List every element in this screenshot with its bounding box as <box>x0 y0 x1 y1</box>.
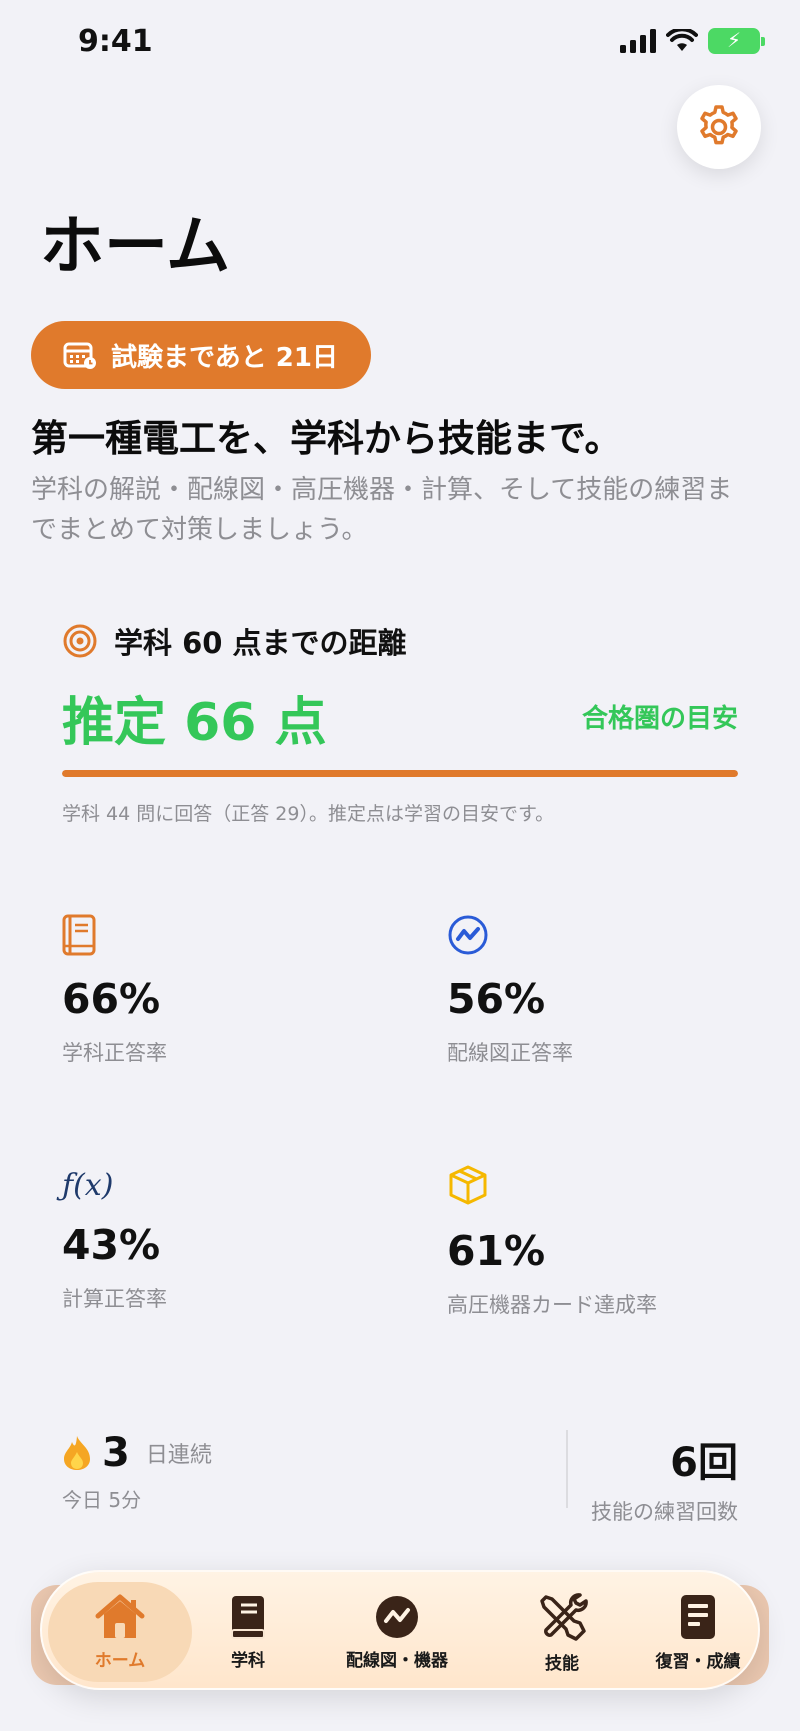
today-minutes: 今日 5分 <box>62 1488 142 1512</box>
score-progress-bar <box>62 770 738 777</box>
streak-row: 3 日連続 今日 5分 6回 技能の練習回数 <box>62 1430 738 1524</box>
streak-days: 3 <box>102 1430 130 1476</box>
target-icon <box>63 624 97 658</box>
stat-label: 配線図正答率 <box>447 1041 573 1065</box>
function-icon: ƒ(x) <box>62 1167 114 1203</box>
target-title: 学科 60 点までの距離 <box>114 626 407 660</box>
practice-count: 6回 <box>670 1440 738 1486</box>
tab-label: 復習・成績 <box>655 1651 741 1672</box>
practice-summary[interactable]: 6回 技能の練習回数 <box>591 1430 738 1526</box>
tab-wiring-equipment[interactable]: 配線図・機器 <box>312 1572 482 1692</box>
stat-label: 学科正答率 <box>62 1041 167 1065</box>
calendar-clock-icon <box>63 342 96 369</box>
practice-label: 技能の練習回数 <box>591 1500 738 1524</box>
tab-label: 配線図・機器 <box>346 1650 448 1671</box>
signal-icon <box>620 29 656 53</box>
settings-button[interactable] <box>677 85 761 169</box>
home-icon <box>95 1594 145 1638</box>
status-icons: ⚡ <box>620 28 765 54</box>
countdown-text: 試験まであと 21日 <box>111 342 338 373</box>
streak-summary[interactable]: 3 日連続 今日 5分 <box>62 1430 212 1513</box>
status-bar: 9:41 ⚡ <box>0 0 800 90</box>
wiring-icon <box>448 915 488 955</box>
gear-icon <box>700 105 738 145</box>
target-header: 学科 60 点までの距離 <box>62 620 738 662</box>
tab-skills[interactable]: 技能 <box>500 1572 624 1692</box>
page-title: ホーム <box>40 210 231 284</box>
headline: 第一種電工を、学科から技能まで。 <box>31 417 622 460</box>
target-footnote: 学科 44 問に回答（正答 29）。推定点は学習の目安です。 <box>62 803 555 825</box>
score-progress-fill <box>62 770 738 777</box>
notes-icon <box>681 1594 715 1639</box>
battery-icon: ⚡ <box>708 28 765 54</box>
book-icon <box>231 1595 265 1639</box>
stat-label: 高圧機器カード達成率 <box>447 1293 657 1317</box>
estimated-score: 推定 66 点 <box>62 693 327 753</box>
stat-wiring[interactable]: 56% 配線図正答率 <box>447 913 767 1067</box>
intro-description: 学科の解説・配線図・高圧機器・計算、そして技能の練習までまとめて対策しましょう。 <box>31 475 733 545</box>
tab-review-results[interactable]: 復習・成績 <box>634 1572 762 1692</box>
score-target-card[interactable]: 学科 60 点までの距離 推定 66 点 合格圏の目安 学科 44 問に回答（正… <box>62 620 738 826</box>
flame-icon <box>64 1436 90 1470</box>
wifi-icon <box>666 29 698 51</box>
stat-label: 計算正答率 <box>62 1287 167 1311</box>
pass-zone-label: 合格圏の目安 <box>581 704 738 734</box>
tab-label: 技能 <box>545 1653 579 1674</box>
tab-home[interactable]: ホーム <box>48 1572 192 1692</box>
stat-gakka[interactable]: 66% 学科正答率 <box>62 913 382 1067</box>
streak-unit: 日連続 <box>145 1443 212 1468</box>
box-icon <box>449 1165 487 1205</box>
tab-gakka[interactable]: 学科 <box>202 1572 294 1692</box>
wiring-icon <box>376 1595 418 1638</box>
stat-value: 43% <box>62 1221 161 1269</box>
divider <box>566 1430 568 1508</box>
tab-bar: ホーム 学科 配線図・機器 技能 復習・成績 <box>40 1570 760 1690</box>
stat-high-voltage[interactable]: 61% 高圧機器カード達成率 <box>447 1163 767 1319</box>
stat-calculation[interactable]: ƒ(x) 43% 計算正答率 <box>62 1163 382 1313</box>
tab-label: ホーム <box>94 1650 146 1671</box>
exam-countdown-badge[interactable]: 試験まであと 21日 <box>31 321 371 389</box>
tools-icon <box>540 1592 588 1641</box>
tab-label: 学科 <box>231 1650 265 1671</box>
stat-value: 56% <box>447 975 546 1023</box>
book-icon <box>62 914 96 956</box>
stat-value: 61% <box>447 1227 546 1275</box>
status-time: 9:41 <box>78 24 153 59</box>
stat-value: 66% <box>62 975 161 1023</box>
